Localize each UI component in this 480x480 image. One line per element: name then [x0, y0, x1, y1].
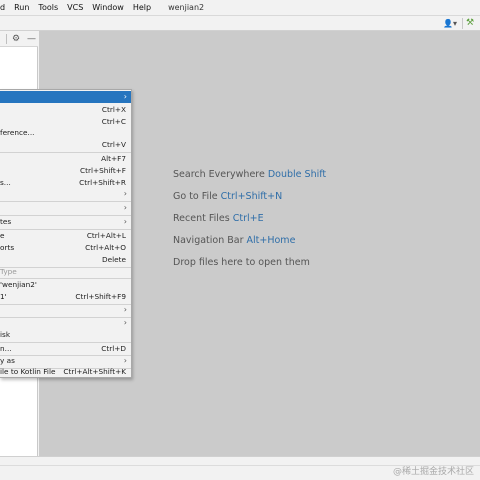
chevron-right-icon: ›	[123, 92, 127, 101]
menu-item-analyze[interactable]: ›	[0, 188, 131, 200]
hint-text: Recent Files	[173, 213, 233, 224]
hint-search-everywhere: Search Everywhere Double Shift	[173, 169, 326, 180]
menu-item-label: Type	[0, 267, 17, 276]
menu-item-shortcut: Delete	[102, 255, 126, 264]
chevron-right-icon: ›	[123, 203, 127, 212]
hint-key: Alt+Home	[246, 235, 296, 246]
chevron-right-icon: ›	[123, 305, 127, 314]
menu-item-optimize-imports[interactable]: orts Ctrl+Alt+O	[0, 242, 131, 254]
menu-item-rebuild-module[interactable]: 1' Ctrl+Shift+F9	[0, 291, 131, 303]
hint-key: Ctrl+E	[232, 213, 264, 224]
menu-help[interactable]: Help	[129, 0, 156, 16]
hint-go-to-file: Go to File Ctrl+Shift+N	[173, 191, 282, 202]
toolbar: 👤▾ ⚒	[0, 16, 480, 31]
menu-item-override-file-type: Type	[0, 266, 131, 278]
menu-item-paste[interactable]: Ctrl+V	[0, 139, 131, 151]
hint-text: Navigation Bar	[173, 235, 247, 246]
menu-item-add-to-favorites[interactable]: tes ›	[0, 216, 131, 228]
menu-item-local-history[interactable]: ›	[0, 317, 131, 329]
minimize-icon[interactable]: —	[27, 32, 36, 46]
menu-item-delete[interactable]: Delete	[0, 254, 131, 266]
menu-item-shortcut: Ctrl+Shift+F9	[75, 292, 126, 301]
menu-vcs[interactable]: VCS	[63, 0, 88, 16]
status-bar: @稀土掘金技术社区	[0, 456, 480, 480]
hint-key: Ctrl+Shift+N	[220, 191, 283, 202]
menu-item-cut[interactable]: Ctrl+X	[0, 104, 131, 116]
hint-text: Search Everywhere	[173, 169, 268, 180]
menu-item-label: ile to Kotlin File	[0, 367, 56, 376]
menu-item-label: e	[0, 231, 5, 240]
hint-text: Drop files here to open them	[173, 257, 310, 268]
menu-item-shortcut: Ctrl+Alt+Shift+K	[63, 367, 126, 376]
hint-recent-files: Recent Files Ctrl+E	[173, 213, 264, 224]
menu-item-find-in-path[interactable]: Ctrl+Shift+F	[0, 165, 131, 177]
menu-bar: d Run Tools VCS Window Help wenjian2	[0, 0, 480, 16]
menu-item-convert-java-to-kotlin[interactable]: ile to Kotlin File Ctrl+Alt+Shift+K	[0, 366, 131, 378]
menu-item-find-usages[interactable]: Alt+F7	[0, 153, 131, 165]
menu-item-new[interactable]: ›	[0, 91, 131, 103]
gear-icon[interactable]: ⚙	[12, 32, 20, 46]
menu-item-label: 'wenjian2'	[0, 280, 37, 289]
menu-item-shortcut: Ctrl+D	[101, 344, 126, 353]
menu-item-refactor[interactable]: ›	[0, 202, 131, 214]
chevron-right-icon: ›	[123, 189, 127, 198]
menu-item-reload-from-disk[interactable]: isk	[0, 329, 131, 341]
hint-navigation-bar: Navigation Bar Alt+Home	[173, 235, 295, 246]
project-panel-header: ⚙ —	[0, 31, 38, 47]
menu-item-shortcut: Ctrl+V	[101, 140, 126, 149]
hammer-icon[interactable]: ⚒	[466, 17, 474, 29]
menu-item-shortcut: Alt+F7	[101, 154, 126, 163]
menu-item-compare-with[interactable]: n... Ctrl+D	[0, 343, 131, 355]
menu-item-reformat-code[interactable]: e Ctrl+Alt+L	[0, 230, 131, 242]
menu-item-open-in[interactable]: ›	[0, 304, 131, 316]
hint-text: Go to File	[173, 191, 221, 202]
panel-divider	[6, 34, 7, 44]
menu-item-label: orts	[0, 243, 15, 252]
menu-item-shortcut: Ctrl+X	[101, 105, 126, 114]
menu-item-label: ference...	[0, 128, 35, 137]
chevron-right-icon: ›	[123, 217, 127, 226]
hint-key: Double Shift	[267, 169, 327, 180]
menu-item-label: 1'	[0, 292, 7, 301]
hint-drop-files: Drop files here to open them	[173, 257, 310, 268]
menu-item-shortcut: Ctrl+Shift+F	[80, 166, 126, 175]
menu-run[interactable]: Run	[10, 0, 34, 16]
menu-item-build-module[interactable]: 'wenjian2'	[0, 279, 131, 291]
context-menu: › Ctrl+X Ctrl+C ference... Ctrl+V Alt+F7…	[0, 89, 132, 378]
user-dropdown-icon[interactable]: 👤▾	[443, 18, 461, 29]
watermark-text: @稀土掘金技术社区	[392, 467, 474, 477]
menu-refactor[interactable]: d	[0, 0, 10, 16]
menu-item-shortcut: Ctrl+Alt+O	[85, 243, 126, 252]
menu-item-label: tes	[0, 217, 12, 226]
chevron-right-icon: ›	[123, 318, 127, 327]
menu-item-shortcut: Ctrl+Alt+L	[86, 231, 126, 240]
menu-tools[interactable]: Tools	[34, 0, 63, 16]
menu-item-label: n...	[0, 344, 12, 353]
menu-item-copy-reference[interactable]: ference...	[0, 127, 131, 139]
toolbar-divider	[462, 18, 463, 29]
project-title: wenjian2	[168, 2, 205, 12]
menu-item-label: isk	[0, 330, 11, 339]
menu-window[interactable]: Window	[88, 0, 129, 16]
